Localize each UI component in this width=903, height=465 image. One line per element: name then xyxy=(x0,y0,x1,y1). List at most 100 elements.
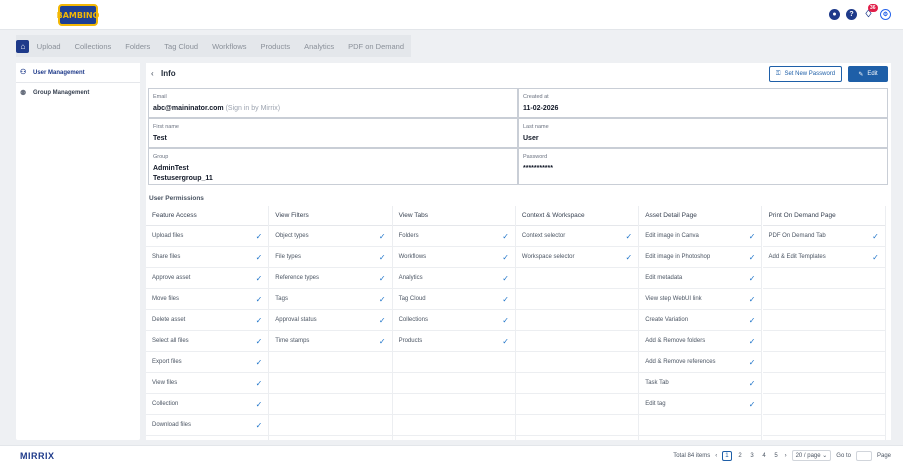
page-label: Page xyxy=(876,452,891,459)
nav-collections[interactable]: Collections xyxy=(68,42,119,51)
check-icon: ✓ xyxy=(378,252,386,262)
permission-label: Task Tab xyxy=(645,380,669,386)
group-value: AdminTest xyxy=(153,165,189,172)
sidebar-item-group-management[interactable]: ⚉ Group Management xyxy=(16,83,140,103)
permission-row: PDF On Demand Tab ✓ xyxy=(762,226,885,247)
next-page-icon[interactable]: › xyxy=(785,453,787,459)
check-icon: ✓ xyxy=(378,315,386,325)
last-name-field: Last name User xyxy=(518,118,888,148)
permission-row: Object types ✓ xyxy=(269,226,392,247)
check-icon: ✓ xyxy=(378,336,386,346)
nav-products[interactable]: Products xyxy=(254,42,298,51)
permission-label: Workflows xyxy=(398,254,427,260)
created-at-label: Created at xyxy=(523,94,549,100)
page-1[interactable]: 1 xyxy=(722,450,732,461)
bell-icon[interactable]: ♢ 36 xyxy=(863,4,878,20)
nav-tag-cloud[interactable]: Tag Cloud xyxy=(157,42,205,51)
permission-row: Approve asset ✓ xyxy=(146,268,269,289)
home-button[interactable]: ⌂ xyxy=(16,35,30,57)
email-value: abc@maininator.com (Sign in by Mirrix) xyxy=(153,104,513,114)
permission-row xyxy=(639,415,762,436)
permissions-title: User Permissions xyxy=(149,195,204,202)
last-name-label: Last name xyxy=(523,124,549,130)
permission-column: Asset Detail Page Edit image in Canva ✓ Edi… xyxy=(639,206,763,440)
permission-row xyxy=(762,268,885,289)
permission-label: Collections xyxy=(398,317,428,323)
check-icon: ✓ xyxy=(748,273,756,283)
page-3[interactable]: 3 xyxy=(749,453,756,459)
permission-row xyxy=(762,415,885,436)
permission-label: File types xyxy=(275,254,301,260)
bambino-logo[interactable]: BAMBINO xyxy=(57,4,99,26)
pagination: Total 84 items ‹ 1 2 3 4 5 › 20 / page ⌄… xyxy=(673,450,891,461)
info-panel: ‹ Info ⚿ Set New Password ✎ Edit Email a… xyxy=(146,63,891,440)
group-icon: ⚉ xyxy=(20,89,27,97)
lock-icon: ⚿ xyxy=(775,70,781,77)
edit-button[interactable]: ✎ Edit xyxy=(848,66,888,82)
sidebar-item-user-management[interactable]: ⚇ User Management xyxy=(16,63,140,83)
page-5[interactable]: 5 xyxy=(773,453,780,459)
permission-label: Add & Remove references xyxy=(645,359,716,365)
permission-row: Tag Cloud ✓ xyxy=(392,289,515,310)
check-icon: ✓ xyxy=(748,294,756,304)
permission-label: Object types xyxy=(275,233,309,239)
nav-analytics[interactable]: Analytics xyxy=(297,42,341,51)
permission-label: Download files xyxy=(152,422,192,428)
permission-column: View Tabs Folders ✓ Workflows ✓ Analytics ✓ Tag… xyxy=(392,206,516,440)
permission-row: Add & Remove folders ✓ xyxy=(639,331,762,352)
email-hint: (Sign in by Mirrix) xyxy=(225,105,281,112)
permission-row: Analytics ✓ xyxy=(392,268,515,289)
page-size-select[interactable]: 20 / page ⌄ xyxy=(791,450,832,461)
permission-row xyxy=(762,289,885,310)
sidebar-item-label: Group Management xyxy=(33,90,90,96)
user-icon: ⚇ xyxy=(20,69,27,76)
footer: MIRRIX Total 84 items ‹ 1 2 3 4 5 › 20 /… xyxy=(0,445,903,465)
permission-label: Delete asset xyxy=(152,317,186,323)
nav-pdf-on-demand[interactable]: PDF on Demand xyxy=(341,42,411,51)
check-icon: ✓ xyxy=(748,357,756,367)
password-label: Password xyxy=(523,154,548,160)
permission-row xyxy=(762,331,885,352)
set-new-password-button[interactable]: ⚿ Set New Password xyxy=(769,66,842,82)
nav-folders[interactable]: Folders xyxy=(118,42,157,51)
permission-label: Products xyxy=(398,338,423,344)
permission-label: Tags xyxy=(275,296,288,302)
settings-icon[interactable]: ⚙ xyxy=(880,9,891,20)
page-2[interactable]: 2 xyxy=(737,453,744,459)
page-4[interactable]: 4 xyxy=(761,453,768,459)
user-icon[interactable]: ● xyxy=(829,9,840,20)
notification-badge: 36 xyxy=(868,4,878,12)
check-icon: ✓ xyxy=(255,399,263,409)
permission-row xyxy=(392,373,515,394)
permission-label: Edit tag xyxy=(645,401,666,407)
permission-label: Create Variation xyxy=(645,317,689,323)
permission-row: Delete asset ✓ xyxy=(146,310,269,331)
permission-label: Approval status xyxy=(275,317,317,323)
permission-row xyxy=(515,394,639,415)
prev-page-icon[interactable]: ‹ xyxy=(715,453,717,459)
info-header: ‹ Info ⚿ Set New Password ✎ Edit xyxy=(146,63,891,85)
check-icon: ✓ xyxy=(502,273,509,283)
check-icon: ✓ xyxy=(502,315,509,325)
permission-label: Context selector xyxy=(521,233,566,239)
check-icon: ✓ xyxy=(748,231,756,241)
back-chevron-icon[interactable]: ‹ xyxy=(151,69,154,78)
permission-row xyxy=(393,436,515,440)
permission-row: Select all files ✓ xyxy=(146,331,269,352)
permission-row: Task Tab ✓ xyxy=(639,373,762,394)
goto-input[interactable] xyxy=(855,450,872,461)
nav-workflows[interactable]: Workflows xyxy=(205,42,253,51)
check-icon: ✓ xyxy=(625,252,633,262)
permission-row: Download files ✓ xyxy=(146,415,269,436)
permission-row: Context selector ✓ xyxy=(515,226,639,247)
permission-row xyxy=(515,289,639,310)
help-icon[interactable]: ? xyxy=(846,9,857,20)
permission-row: Bulk Enrichment View✓ xyxy=(146,436,268,440)
permission-row: Approval status ✓ xyxy=(269,310,392,331)
check-icon: ✓ xyxy=(625,231,633,241)
main-nav: ⌂ Upload Collections Folders Tag Cloud W… xyxy=(16,35,411,57)
nav-upload[interactable]: Upload xyxy=(30,42,68,51)
permission-row: Edit image in Photoshop ✓ xyxy=(639,247,762,268)
check-icon: ✓ xyxy=(748,336,756,346)
password-field: Password *********** xyxy=(518,148,888,185)
